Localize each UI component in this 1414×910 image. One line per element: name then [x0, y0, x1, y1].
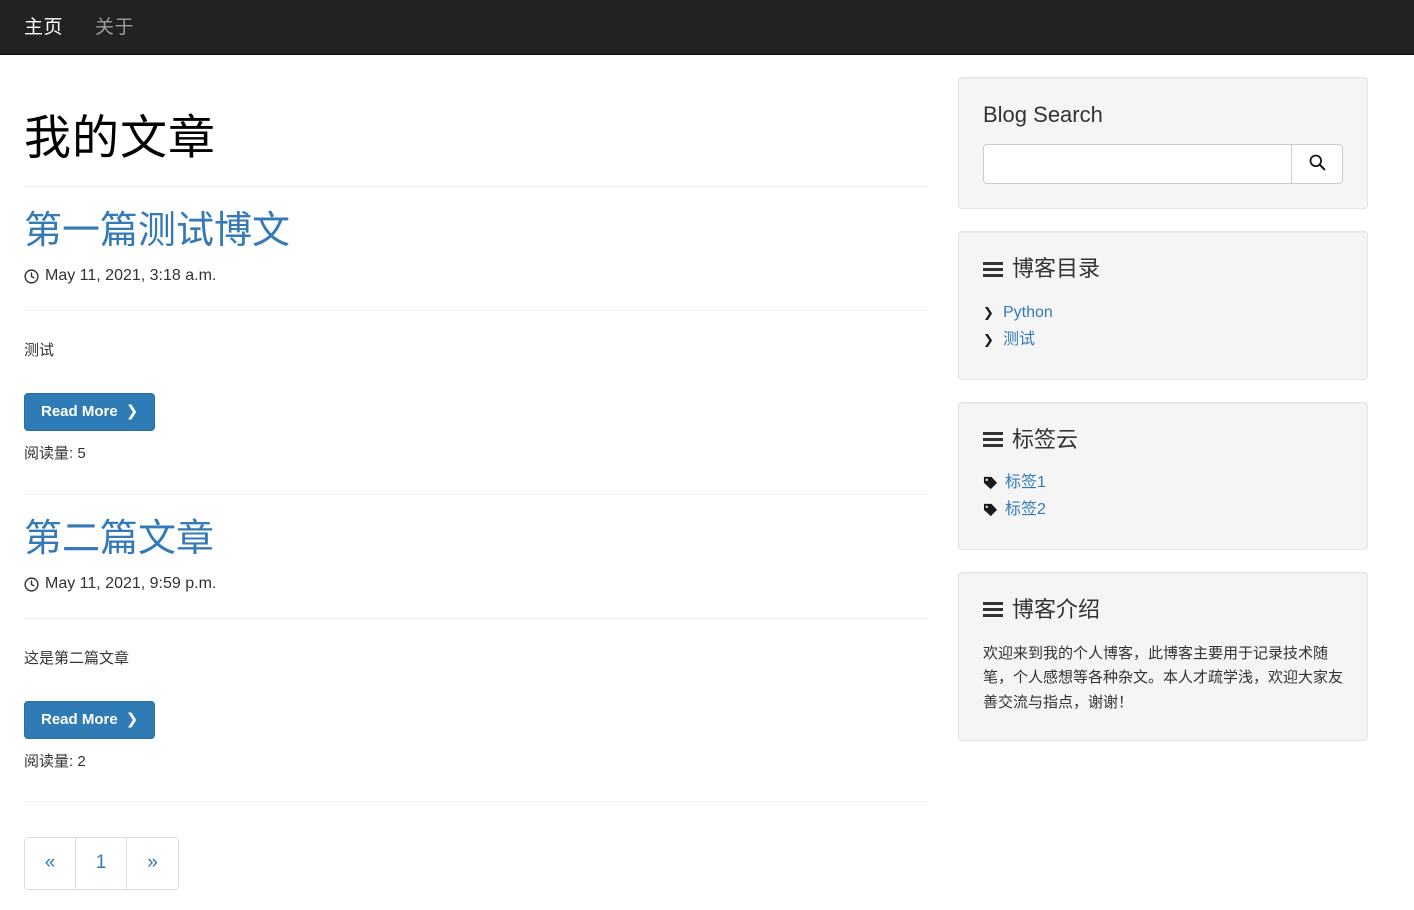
nav-item-about[interactable]: 关于	[79, 0, 150, 55]
post-divider	[24, 310, 928, 312]
pagination-page-1[interactable]: 1	[76, 838, 127, 890]
blog-about-text: 欢迎来到我的个人博客，此博客主要用于记录技术随笔，个人感想等各种杂文。本人才疏学…	[983, 644, 1344, 712]
post-excerpt: 这是第二篇文章	[24, 650, 130, 668]
search-icon	[1308, 153, 1327, 175]
tag-link-2[interactable]: 标签2	[1005, 498, 1046, 522]
post-meta: May 11, 2021, 3:18 a.m.	[24, 265, 913, 288]
read-more-button[interactable]: Read More ❯	[24, 392, 156, 432]
blog-search-title: Blog Search	[983, 102, 1103, 127]
tag-icon	[983, 476, 998, 490]
category-list: ❯ Python ❯ 测试	[983, 301, 1343, 352]
chevron-right-icon: ❯	[983, 332, 994, 348]
list-icon	[983, 261, 1003, 278]
panel-title-text: 标签云	[1012, 426, 1079, 452]
read-more-label: Read More	[41, 710, 118, 728]
post-item: 第二篇文章 May 11, 2021, 9:59 p.m. 这是第二篇文章 Re…	[24, 518, 928, 773]
chevron-right-icon: ❯	[125, 403, 139, 421]
list-item: 标签1	[983, 471, 1343, 495]
chevron-right-icon: ❯	[983, 305, 994, 321]
clock-icon	[24, 577, 39, 592]
pagination-next[interactable]: »	[127, 838, 178, 890]
list-icon	[983, 602, 1003, 618]
blog-categories-panel: 博客目录 ❯ Python ❯ 测试	[958, 231, 1368, 380]
blog-about-panel: 博客介绍 欢迎来到我的个人博客，此博客主要用于记录技术随笔，个人感想等各种杂文。…	[958, 572, 1368, 741]
page-container: 我的文章 第一篇测试博文 May 11, 2021, 3:18 a.m. 测试 …	[0, 55, 1414, 910]
tag-link-1[interactable]: 标签1	[1005, 471, 1046, 495]
blog-about-title: 博客介绍	[983, 597, 1343, 623]
read-more-label: Read More	[41, 402, 118, 420]
search-input[interactable]	[983, 144, 1291, 185]
post-date: May 11, 2021, 3:18 a.m.	[45, 267, 217, 285]
page-title: 我的文章	[24, 111, 216, 164]
list-item: ❯ Python	[983, 301, 1343, 325]
sidebar-column: Blog Search 博客目录 ❯ Python ❯ 测试 标签云 标签1 标…	[928, 55, 1390, 763]
post-divider	[24, 618, 928, 620]
pagination-divider	[24, 801, 928, 803]
blog-search-panel: Blog Search	[958, 77, 1368, 210]
clock-icon	[24, 269, 39, 284]
category-link-test[interactable]: 测试	[1003, 328, 1035, 352]
tag-cloud-title: 标签云	[983, 427, 1343, 453]
panel-title-text: 博客目录	[1012, 256, 1101, 282]
read-count: 阅读量: 2	[24, 753, 86, 771]
search-form	[983, 144, 1343, 185]
tag-icon	[983, 503, 998, 517]
post-title-link[interactable]: 第二篇文章	[24, 518, 913, 562]
list-icon	[983, 431, 1003, 448]
tag-cloud-panel: 标签云 标签1 标签2	[958, 401, 1368, 551]
pagination-wrapper: « 1 »	[24, 837, 913, 910]
post-date: May 11, 2021, 9:59 p.m.	[45, 575, 217, 593]
title-divider	[24, 185, 928, 187]
list-item: ❯ 测试	[983, 328, 1343, 352]
main-content-column: 我的文章 第一篇测试博文 May 11, 2021, 3:18 a.m. 测试 …	[22, 55, 928, 910]
list-item: 标签2	[983, 498, 1343, 522]
category-link-python[interactable]: Python	[1003, 301, 1053, 325]
panel-title-text: 博客介绍	[1012, 597, 1101, 623]
search-button[interactable]	[1291, 144, 1343, 185]
read-count: 阅读量: 5	[24, 445, 86, 463]
post-title-link[interactable]: 第一篇测试博文	[24, 210, 913, 254]
tag-list: 标签1 标签2	[983, 471, 1343, 522]
pagination-prev[interactable]: «	[25, 838, 76, 890]
read-more-button[interactable]: Read More ❯	[24, 700, 156, 740]
post-meta: May 11, 2021, 9:59 p.m.	[24, 573, 913, 596]
blog-categories-title: 博客目录	[983, 256, 1343, 282]
post-excerpt: 测试	[24, 342, 55, 360]
chevron-right-icon: ❯	[125, 711, 139, 729]
post-separator	[24, 493, 928, 495]
post-item: 第一篇测试博文 May 11, 2021, 3:18 a.m. 测试 Read …	[24, 210, 928, 465]
navbar-items: 主页 关于	[0, 0, 150, 55]
nav-item-home[interactable]: 主页	[8, 0, 79, 55]
pagination: « 1 »	[24, 837, 179, 891]
top-navbar: 主页 关于	[0, 0, 1414, 55]
